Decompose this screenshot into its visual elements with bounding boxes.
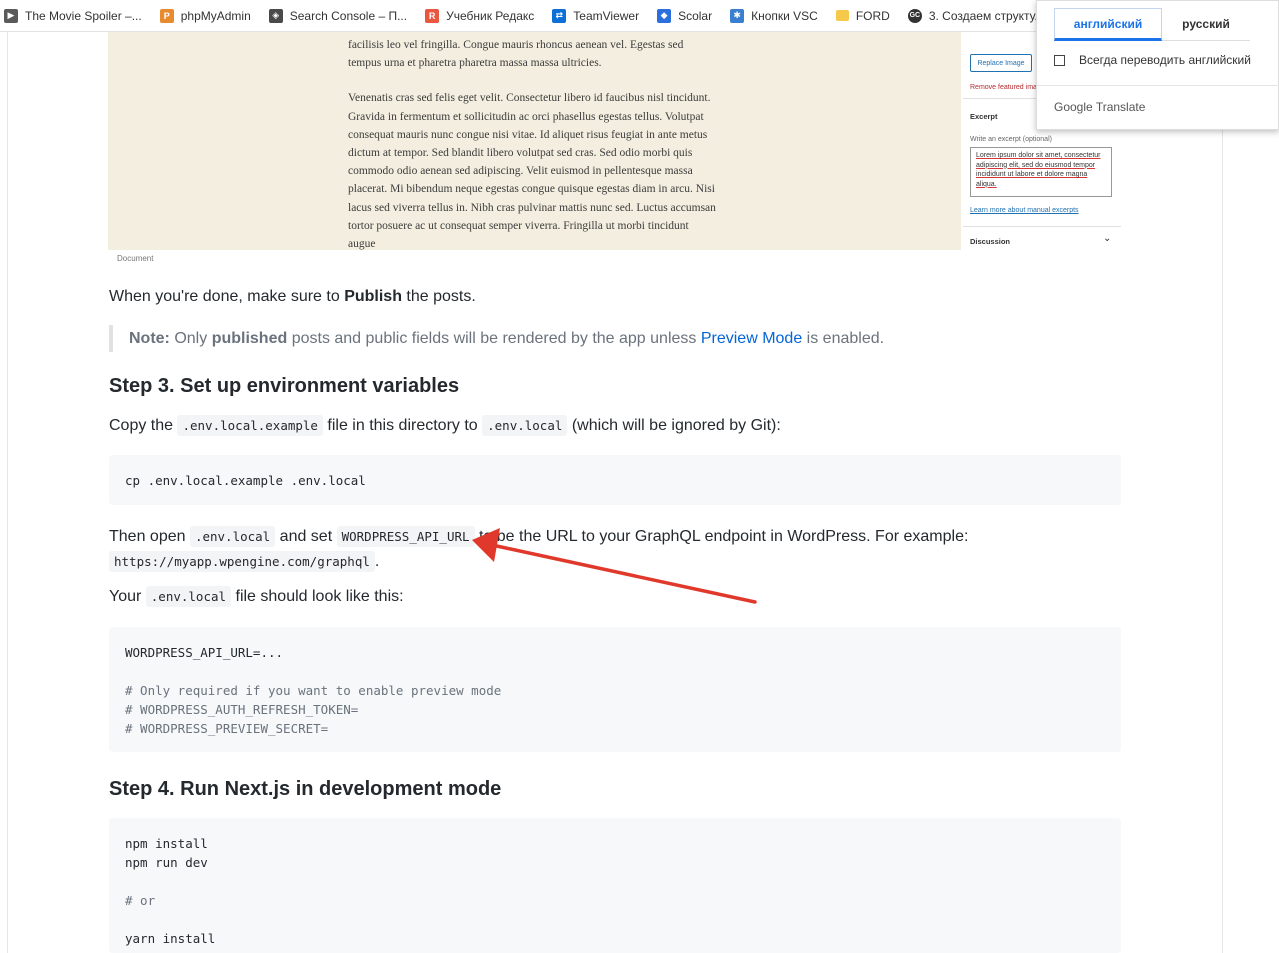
then-text: and set (275, 528, 337, 545)
inline-code-api-url: WORDPRESS_API_URL (336, 526, 475, 547)
translate-popup: английский русский Всегда переводить анг… (1036, 0, 1279, 130)
then-text: Then open (109, 528, 190, 545)
code-line: cp .env.local.example .env.local (125, 473, 366, 488)
always-translate-option[interactable]: Всегда переводить английский (1054, 53, 1251, 67)
bookmark-label: The Movie Spoiler –... (25, 8, 142, 23)
published-bold: published (211, 330, 288, 347)
bookmark-item[interactable]: ⇄ TeamViewer (552, 8, 640, 23)
excerpt-text: Lorem ipsum dolor sit amet, consectetur … (976, 152, 1101, 188)
bookmark-item[interactable]: ✱ Кнопки VSC (730, 8, 818, 23)
code-comment: # or (125, 893, 156, 908)
inline-code-url: https://myapp.wpengine.com/graphql (109, 551, 375, 572)
your-text: Your (109, 588, 146, 605)
note-blockquote: Note: Only published posts and public fi… (109, 325, 884, 352)
your-text-end: file should look like this: (231, 588, 404, 605)
bookmark-label: Кнопки VSC (751, 8, 818, 23)
preview-mode-link[interactable]: Preview Mode (701, 330, 802, 347)
copy-paragraph: Copy the .env.local.example file in this… (109, 415, 1121, 436)
scolar-icon: ◆ (657, 8, 672, 23)
folder-icon (835, 10, 849, 21)
then-text-end: . (374, 553, 380, 570)
bookmark-label: Search Console – П... (289, 8, 408, 23)
lorem-paragraph-1: facilisis leo vel fringilla. Congue maur… (348, 39, 684, 70)
discussion-panel-title[interactable]: Discussion (970, 237, 1010, 246)
bookmark-item[interactable]: ◈ Search Console – П... (268, 8, 408, 23)
code-block-env: WORDPRESS_API_URL=... # Only required if… (109, 627, 1121, 752)
code-line: npm install (125, 836, 208, 851)
note-text: Only (169, 330, 212, 347)
publish-bold: Publish (344, 288, 402, 305)
bookmark-item[interactable]: FORD (835, 8, 890, 23)
bookmark-item[interactable]: GC 3. Создаем структу... (907, 8, 1045, 23)
excerpt-hint: Write an excerpt (optional) (970, 136, 1052, 143)
editor-document-area: facilisis leo vel fringilla. Congue maur… (108, 32, 961, 250)
bookmark-label: Scolar (678, 8, 713, 23)
bookmark-label: Учебник Редакс (446, 8, 535, 23)
chevron-down-icon[interactable]: ⌄ (1103, 233, 1111, 244)
redux-icon: R (425, 8, 440, 23)
replace-image-button[interactable]: Replace Image (970, 54, 1032, 72)
code-block-run: npm install npm run dev # or yarn instal… (109, 818, 1121, 953)
copy-text-end: (which will be ignored by Git): (567, 417, 781, 434)
bookmark-item[interactable]: ◆ Scolar (657, 8, 713, 23)
code-comment: # Only required if you want to enable pr… (125, 683, 502, 698)
lorem-text: facilisis leo vel fringilla. Congue maur… (348, 36, 718, 252)
excerpt-textarea[interactable]: Lorem ipsum dolor sit amet, consectetur … (970, 147, 1112, 197)
bookmark-item[interactable]: PphpMyAdmin (159, 8, 251, 23)
code-line: yarn install (125, 931, 216, 946)
then-text: to be the URL to your GraphQL endpoint i… (474, 528, 969, 545)
sidebar-divider (963, 226, 1121, 227)
inline-code: .env.local.example (177, 415, 323, 436)
tab-russian[interactable]: русский (1162, 8, 1250, 41)
bookmark-item[interactable]: ▶ The Movie Spoiler –... (4, 8, 142, 23)
bookmark-label: TeamViewer (573, 8, 640, 23)
note-label: Note: (129, 330, 170, 347)
phpmyadmin-icon: P (159, 8, 174, 23)
remove-featured-image-link[interactable]: Remove featured image (970, 84, 1045, 91)
page-border-left (7, 32, 8, 953)
translate-tabs: английский русский (1037, 1, 1279, 41)
bookmark-item[interactable]: R Учебник Редакс (425, 8, 535, 23)
translate-divider (1037, 85, 1279, 86)
done-paragraph: When you're done, make sure to Publish t… (109, 288, 1121, 306)
movie-icon: ▶ (4, 8, 18, 23)
learn-more-excerpts-link[interactable]: Learn more about manual excerpts (970, 207, 1079, 214)
step4-heading: Step 4. Run Next.js in development mode (109, 778, 502, 800)
page-border-right (1222, 32, 1223, 953)
done-text-end: the posts. (401, 288, 476, 305)
copy-text: Copy the (109, 417, 178, 434)
google-translate-brand: Google Translate (1054, 100, 1146, 114)
code-line: WORDPRESS_API_URL=... (125, 645, 284, 660)
gc-icon: GC (907, 8, 922, 23)
inline-code: .env.local (189, 526, 276, 547)
bookmark-label: 3. Создаем структу... (928, 8, 1045, 23)
wordpress-editor-screenshot: facilisis leo vel fringilla. Congue maur… (108, 32, 1121, 252)
bookmark-label: FORD (855, 8, 890, 23)
always-translate-checkbox[interactable] (1054, 54, 1065, 66)
code-comment: # WORDPRESS_PREVIEW_SECRET= (125, 721, 329, 736)
inline-code: .env.local (145, 586, 232, 607)
lorem-paragraph-2: Venenatis cras sed felis eget velit. Con… (348, 92, 716, 251)
done-text: When you're done, make sure to (109, 288, 345, 305)
tab-english[interactable]: английский (1054, 8, 1162, 41)
step3-heading: Step 3. Set up environment variables (109, 375, 460, 397)
your-paragraph: Your .env.local file should look like th… (109, 586, 1121, 607)
bookmark-label: phpMyAdmin (180, 8, 251, 23)
excerpt-title: Excerpt (970, 112, 998, 121)
teamviewer-icon: ⇄ (552, 8, 567, 23)
always-translate-label: Всегда переводить английский (1079, 53, 1251, 67)
code-line: npm run dev (125, 855, 208, 870)
document-caption: Document (117, 254, 154, 263)
search-console-icon: ◈ (268, 8, 283, 23)
then-paragraph: Then open .env.local and set WORDPRESS_A… (109, 524, 1121, 574)
copy-text: file in this directory to (322, 417, 483, 434)
note-text: posts and public fields will be rendered… (287, 330, 701, 347)
inline-code: .env.local (482, 415, 568, 436)
note-text-end: is enabled. (802, 330, 885, 347)
code-block-copy: cp .env.local.example .env.local (109, 455, 1121, 505)
code-comment: # WORDPRESS_AUTH_REFRESH_TOKEN= (125, 702, 359, 717)
vsc-icon: ✱ (730, 8, 745, 23)
